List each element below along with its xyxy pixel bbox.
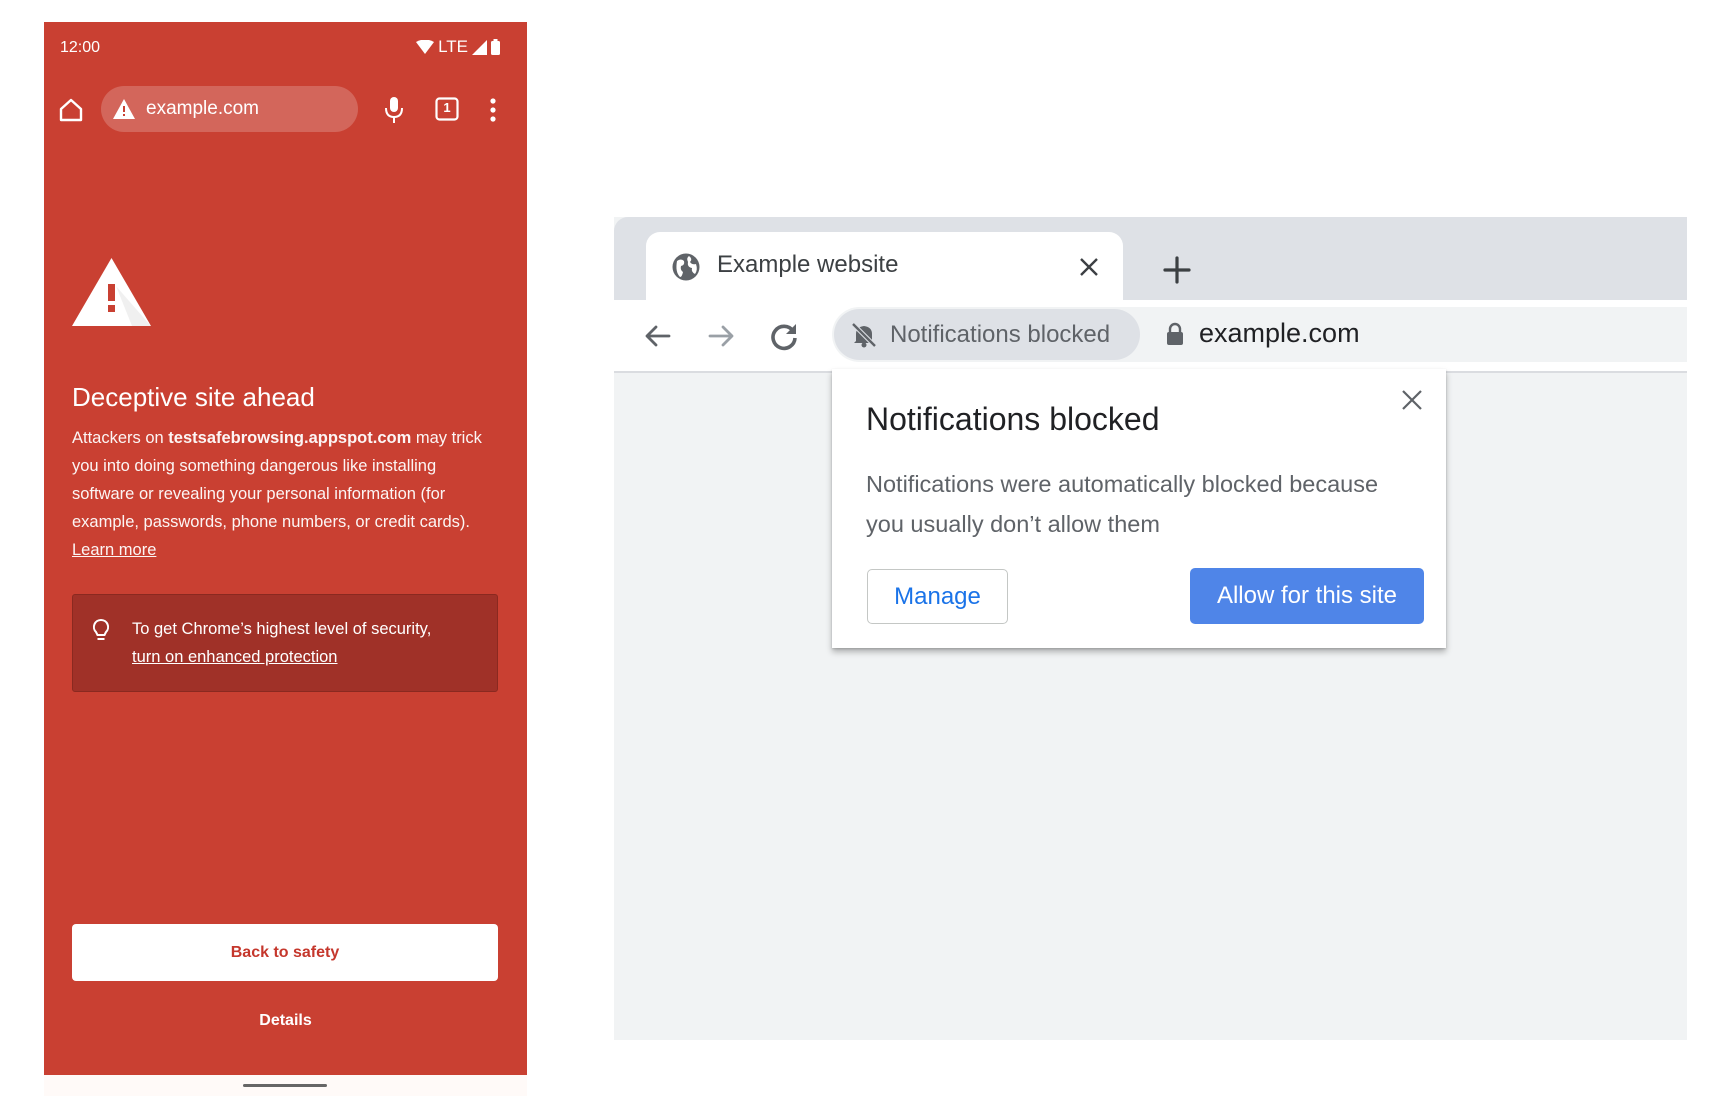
url-text[interactable]: example.com	[1199, 318, 1360, 349]
allow-for-this-site-button[interactable]: Allow for this site	[1190, 568, 1424, 624]
cellular-signal-icon	[472, 39, 487, 55]
tab-count: 1	[443, 100, 451, 115]
status-icons: LTE	[416, 37, 500, 57]
manage-button[interactable]: Manage	[867, 569, 1008, 624]
reload-icon[interactable]	[769, 321, 799, 351]
notifications-blocked-chip[interactable]: Notifications blocked	[834, 309, 1140, 360]
status-bar: 12:00 LTE	[44, 22, 527, 72]
microphone-icon[interactable]	[384, 96, 404, 124]
phone-toolbar: example.com 1	[44, 84, 527, 136]
popup-body: Notifications were automatically blocked…	[866, 471, 1379, 537]
omnibox[interactable]: Notifications blocked example.com	[832, 307, 1687, 362]
interstitial-title: Deceptive site ahead	[72, 382, 315, 412]
network-type: LTE	[438, 37, 468, 56]
tip-message: To get Chrome’s highest level of securit…	[132, 620, 432, 638]
wifi-icon	[416, 40, 435, 54]
lock-icon[interactable]	[1166, 322, 1184, 346]
body-prefix: Attackers on	[72, 429, 169, 447]
home-indicator[interactable]	[243, 1084, 327, 1087]
back-to-safety-button[interactable]: Back to safety	[72, 924, 498, 981]
close-tab-icon[interactable]	[1078, 256, 1100, 278]
status-time: 12:00	[60, 39, 101, 56]
notifications-blocked-popup: Notifications blocked Notifications were…	[832, 369, 1446, 648]
more-menu-icon[interactable]	[489, 96, 497, 124]
phone-navigation-bar	[44, 1075, 527, 1096]
browser-toolbar: Notifications blocked example.com	[614, 300, 1687, 373]
tab-switcher-button[interactable]: 1	[435, 97, 459, 121]
learn-more-link[interactable]: Learn more	[72, 541, 156, 559]
chip-label: Notifications blocked	[890, 321, 1111, 348]
enhanced-protection-tip: To get Chrome’s highest level of securit…	[72, 594, 498, 692]
phone-url-bar[interactable]: example.com	[101, 86, 358, 132]
notifications-off-icon	[851, 322, 877, 348]
close-icon[interactable]	[1401, 389, 1423, 411]
tip-text: To get Chrome’s highest level of securit…	[132, 615, 482, 671]
battery-icon	[491, 39, 500, 55]
lightbulb-icon	[92, 618, 110, 640]
popup-title: Notifications blocked	[866, 401, 1160, 437]
enhanced-protection-link[interactable]: turn on enhanced protection	[132, 648, 338, 666]
home-icon[interactable]	[58, 97, 84, 123]
danger-triangle-icon	[72, 258, 151, 326]
interstitial-body: Attackers on testsafebrowsing.appspot.co…	[72, 424, 492, 564]
android-phone-screen: 12:00 LTE example.com 1 Deceptive site a…	[44, 22, 527, 1075]
tab-title: Example website	[717, 251, 899, 278]
tab-strip: Example website	[614, 217, 1687, 300]
body-domain: testsafebrowsing.appspot.com	[168, 429, 412, 447]
back-arrow-icon[interactable]	[643, 321, 673, 351]
new-tab-icon[interactable]	[1162, 255, 1192, 285]
tab-example-website[interactable]: Example website	[646, 232, 1123, 300]
warning-icon	[113, 99, 135, 119]
forward-arrow-icon[interactable]	[706, 321, 736, 351]
globe-icon	[672, 253, 700, 281]
details-link[interactable]: Details	[44, 1012, 527, 1030]
phone-url-text: example.com	[146, 98, 259, 119]
